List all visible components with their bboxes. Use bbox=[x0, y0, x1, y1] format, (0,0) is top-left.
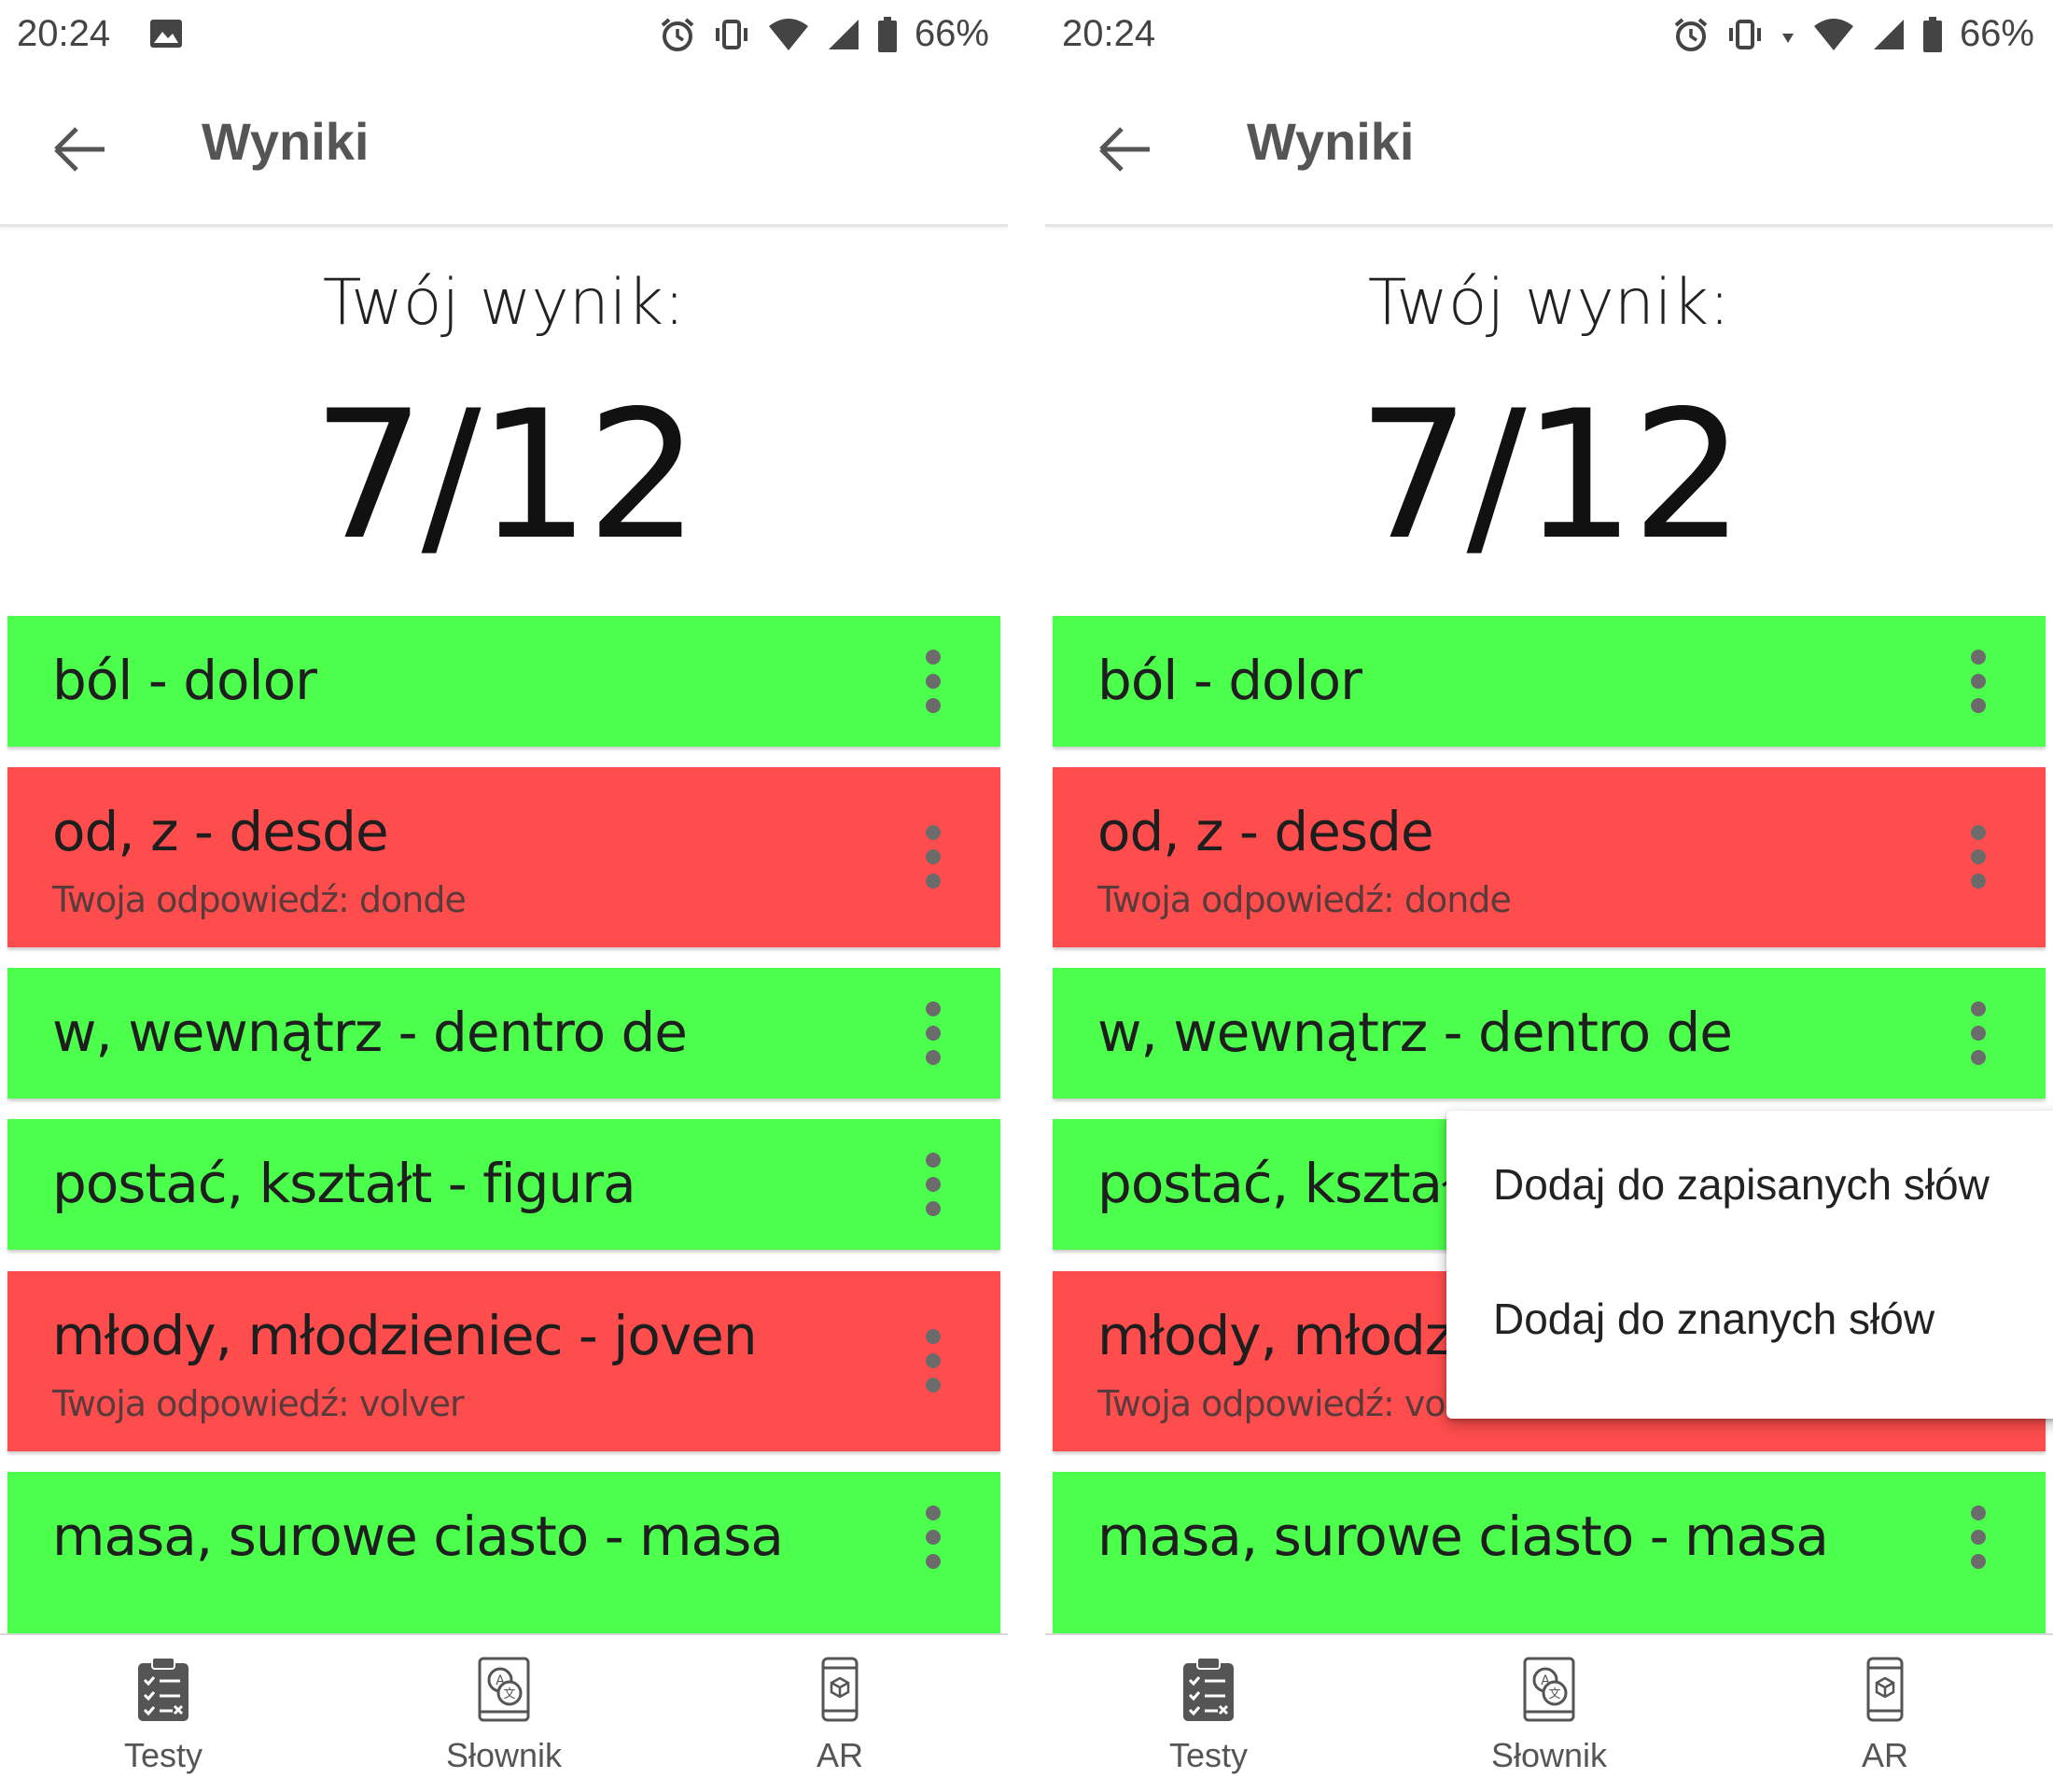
status-bar: 20:24 66% bbox=[1045, 0, 2053, 70]
result-card[interactable]: od, z - desde Twoja odpowiedź: donde bbox=[1053, 767, 2046, 947]
status-time: 20:24 bbox=[1062, 13, 1156, 54]
svg-text:文: 文 bbox=[1548, 1687, 1560, 1701]
cell-signal-icon bbox=[1873, 19, 1904, 49]
user-answer: Twoja odpowiedź: volver bbox=[52, 1383, 465, 1424]
more-options-icon[interactable] bbox=[924, 1329, 943, 1393]
nav-label: Testy bbox=[1168, 1736, 1249, 1774]
battery-percent: 66% bbox=[914, 13, 989, 54]
app-bar: Wyniki bbox=[1045, 70, 2053, 227]
nav-label: Testy bbox=[123, 1736, 203, 1774]
score-value: 7/12 bbox=[312, 372, 700, 579]
result-word: masa, surowe ciasto - masa bbox=[1097, 1505, 1829, 1568]
alarm-icon bbox=[1674, 17, 1708, 51]
result-card[interactable]: młody, młodzieniec - joven Twoja odpowie… bbox=[7, 1271, 1000, 1451]
more-options-icon[interactable] bbox=[1969, 650, 1988, 713]
result-word: ból - dolor bbox=[52, 649, 317, 712]
context-menu: Dodaj do zapisanych słów Dodaj do znanyc… bbox=[1446, 1111, 2053, 1419]
score-value: 7/12 bbox=[1357, 372, 1745, 579]
nav-item-testy[interactable]: Testy bbox=[1115, 1635, 1302, 1792]
result-card[interactable]: w, wewnątrz - dentro de bbox=[7, 968, 1000, 1099]
nav-item-ar[interactable]: AR bbox=[747, 1635, 933, 1792]
more-options-icon[interactable] bbox=[924, 1153, 943, 1216]
back-arrow-icon[interactable] bbox=[47, 117, 112, 182]
vibrate-icon bbox=[715, 19, 747, 49]
more-options-icon[interactable] bbox=[924, 1001, 943, 1065]
clipboard-checklist-icon bbox=[138, 1657, 189, 1721]
translate-book-icon: A 文 bbox=[478, 1657, 530, 1722]
ar-phone-icon bbox=[1866, 1657, 1904, 1722]
nav-item-testy[interactable]: Testy bbox=[70, 1635, 257, 1792]
status-time: 20:24 bbox=[17, 13, 111, 54]
user-answer: Twoja odpowiedź: donde bbox=[1097, 879, 1512, 920]
ar-phone-icon bbox=[821, 1657, 859, 1722]
more-options-icon[interactable] bbox=[924, 825, 943, 889]
clipboard-checklist-icon bbox=[1183, 1657, 1234, 1721]
more-options-icon[interactable] bbox=[1969, 825, 1988, 889]
wifi-icon bbox=[1813, 18, 1853, 50]
result-word: masa, surowe ciasto - masa bbox=[52, 1505, 784, 1568]
nav-item-slownik[interactable]: A 文 Słownik bbox=[1456, 1635, 1642, 1792]
bottom-navigation: Testy A 文 Słownik AR bbox=[0, 1633, 1008, 1792]
more-options-icon[interactable] bbox=[1969, 1001, 1988, 1065]
nav-label: Słownik bbox=[445, 1736, 563, 1774]
result-card[interactable]: od, z - desde Twoja odpowiedź: donde bbox=[7, 767, 1000, 947]
result-word: w, wewnątrz - dentro de bbox=[1097, 1001, 1733, 1064]
battery-percent: 66% bbox=[1959, 13, 2034, 54]
more-options-icon[interactable] bbox=[924, 650, 943, 713]
nav-label: AR bbox=[1861, 1736, 1908, 1774]
cell-signal-icon bbox=[828, 19, 859, 49]
result-card[interactable]: postać, kształt - figura bbox=[7, 1119, 1000, 1250]
result-card[interactable]: w, wewnątrz - dentro de bbox=[1053, 968, 2046, 1099]
battery-icon bbox=[877, 16, 897, 52]
data-activity-icon bbox=[1781, 33, 1794, 43]
svg-text:A: A bbox=[496, 1673, 505, 1688]
result-word: od, z - desde bbox=[1097, 800, 1434, 863]
bottom-navigation: Testy A 文 Słownik AR bbox=[1045, 1633, 2053, 1792]
nav-item-slownik[interactable]: A 文 Słownik bbox=[411, 1635, 597, 1792]
page-title: Wyniki bbox=[1247, 112, 1415, 171]
result-word: postać, kształt - figura bbox=[52, 1152, 636, 1215]
score-label: Twój wynik: bbox=[1367, 266, 1731, 340]
result-word: ból - dolor bbox=[1097, 649, 1362, 712]
back-arrow-icon[interactable] bbox=[1092, 117, 1157, 182]
alarm-icon bbox=[661, 17, 694, 51]
more-options-icon[interactable] bbox=[1969, 1505, 1988, 1569]
menu-item-add-to-saved[interactable]: Dodaj do zapisanych słów bbox=[1493, 1159, 1990, 1210]
result-card[interactable]: masa, surowe ciasto - masa bbox=[7, 1472, 1000, 1633]
result-card[interactable]: ból - dolor bbox=[1053, 616, 2046, 747]
nav-label: Słownik bbox=[1490, 1736, 1608, 1774]
wifi-icon bbox=[768, 18, 808, 50]
nav-label: AR bbox=[816, 1736, 863, 1774]
svg-text:A: A bbox=[1541, 1673, 1550, 1688]
more-options-icon[interactable] bbox=[924, 1505, 943, 1569]
nav-item-ar[interactable]: AR bbox=[1792, 1635, 1978, 1792]
results-screen-left: 20:24 66% Wyniki Twój wynik: 7/12 ból - … bbox=[0, 0, 1008, 1792]
result-word: od, z - desde bbox=[52, 800, 389, 863]
result-card[interactable]: ból - dolor bbox=[7, 616, 1000, 747]
image-notification-icon bbox=[150, 20, 182, 48]
status-bar: 20:24 66% bbox=[0, 0, 1008, 70]
result-word: młody, młodzieniec - joven bbox=[52, 1304, 758, 1367]
menu-item-add-to-known[interactable]: Dodaj do znanych słów bbox=[1493, 1294, 1934, 1344]
score-label: Twój wynik: bbox=[322, 266, 686, 340]
vibrate-icon bbox=[1728, 19, 1761, 49]
app-bar: Wyniki bbox=[0, 70, 1008, 227]
page-title: Wyniki bbox=[202, 112, 370, 171]
battery-icon bbox=[1922, 16, 1942, 52]
user-answer: Twoja odpowiedź: donde bbox=[52, 879, 467, 920]
result-word: w, wewnątrz - dentro de bbox=[52, 1001, 688, 1064]
results-screen-right: 20:24 66% Wyniki Twój wynik: 7/12 ból - … bbox=[1045, 0, 2053, 1792]
result-card[interactable]: masa, surowe ciasto - masa bbox=[1053, 1472, 2046, 1633]
translate-book-icon: A 文 bbox=[1523, 1657, 1575, 1722]
svg-text:文: 文 bbox=[503, 1687, 515, 1701]
